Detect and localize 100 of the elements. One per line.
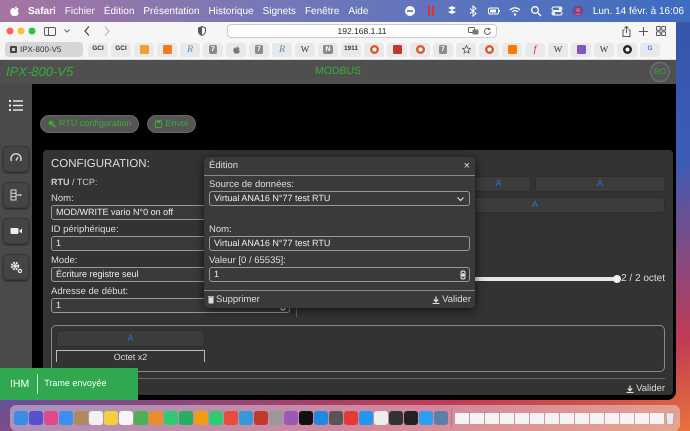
user-icon[interactable] (572, 5, 584, 17)
app-menu[interactable]: Safari (28, 4, 56, 18)
bookmark-button[interactable] (456, 42, 476, 56)
sidebar-icon[interactable] (44, 26, 56, 36)
slider-thumb[interactable] (613, 274, 622, 282)
download-icon (432, 296, 440, 304)
notification-message: Trame envoyée (43, 377, 106, 390)
logo-icon (370, 45, 378, 54)
action-button[interactable]: Envoi (147, 115, 196, 133)
input-field[interactable]: 1 (209, 267, 470, 282)
reload-icon[interactable] (483, 27, 492, 36)
window-thumbnail[interactable] (455, 412, 469, 424)
action-button[interactable]: RTU configuration (40, 115, 140, 133)
window-controls-drawing[interactable] (6, 27, 36, 35)
tab-overview-icon[interactable] (656, 26, 666, 36)
window-thumbnail[interactable] (650, 412, 664, 424)
input-field[interactable]: Virtual ANA16 N°77 test RTU (209, 236, 470, 251)
app-icon[interactable] (389, 411, 403, 425)
sidebar-button[interactable] (3, 146, 29, 172)
menu-item[interactable]: Signets (262, 4, 296, 18)
app-icon[interactable] (404, 411, 418, 425)
back-icon[interactable] (84, 26, 90, 36)
logo-icon (140, 45, 148, 54)
window-thumbnail[interactable] (620, 412, 634, 424)
download-icon (626, 384, 634, 392)
key-icon (48, 120, 56, 128)
logo-icon (392, 45, 402, 54)
bookmark-button[interactable]: W (594, 42, 614, 56)
plus-icon[interactable] (639, 26, 648, 36)
url-text: 192.168.1.11 (338, 24, 386, 38)
select-field[interactable]: Virtual ANA16 N°77 test RTU (209, 191, 470, 206)
trash-icon[interactable] (665, 411, 675, 425)
window-thumbnail[interactable] (575, 412, 589, 424)
page-title: MODBUS (314, 65, 362, 78)
apple-icon[interactable] (10, 6, 19, 16)
sidebar-button[interactable] (3, 182, 29, 208)
close-button[interactable]: × (464, 160, 470, 172)
browser-tab[interactable]: IPX-800-V5 (5, 42, 83, 57)
field-label: ID périphérique: (51, 224, 119, 235)
notification-source: IHM (0, 374, 38, 394)
control-center-icon[interactable] (550, 5, 563, 17)
menu-item[interactable]: Fichier (64, 4, 95, 18)
window-thumbnail[interactable] (500, 412, 514, 424)
field-label: Adresse de début: (51, 286, 128, 297)
field-label: Mode: (51, 255, 78, 266)
trash-icon (208, 296, 214, 304)
menu-item[interactable]: Historique (208, 4, 254, 18)
window-thumbnail[interactable] (590, 412, 604, 424)
shield-icon[interactable] (198, 26, 206, 36)
field-label: Valeur [0 / 65535]: (209, 255, 286, 266)
logo-icon (622, 45, 632, 54)
field-label: Source de données: (209, 179, 294, 190)
user-button[interactable]: RO (650, 62, 670, 82)
logo-icon (576, 45, 586, 54)
menu-item[interactable]: Aide (348, 4, 368, 18)
app-icon[interactable] (299, 411, 313, 425)
save-icon (155, 120, 162, 128)
bookmark-button[interactable]: R (180, 42, 200, 56)
logo-icon (484, 45, 494, 54)
window-thumbnail[interactable] (635, 412, 649, 424)
logo-icon (162, 45, 172, 54)
search-icon[interactable] (530, 5, 542, 17)
share-icon[interactable] (622, 26, 631, 36)
bookmark-button[interactable]: W (295, 42, 315, 56)
window-thumbnail[interactable] (515, 412, 529, 424)
sidebar-button[interactable] (3, 218, 29, 244)
bookmark-button[interactable] (617, 42, 637, 56)
window-thumbnail[interactable] (560, 412, 574, 424)
favicon-icon (10, 46, 17, 53)
bookmark-button[interactable]: f (525, 42, 545, 56)
bookmark-button[interactable]: W (548, 42, 568, 56)
window-thumbnail[interactable] (530, 412, 544, 424)
window-thumbnail[interactable] (605, 412, 619, 424)
field-label: Nom: (51, 193, 74, 204)
box-icon[interactable] (446, 5, 458, 17)
address-field[interactable]: 192.168.1.11 (227, 24, 497, 38)
menu-item[interactable]: Présentation (143, 4, 200, 18)
window-thumbnail[interactable] (470, 412, 484, 424)
menu-item[interactable]: Fenêtre (304, 4, 340, 18)
sidebar-button[interactable] (3, 254, 29, 280)
battery-icon[interactable] (488, 5, 500, 17)
clock[interactable]: Lun. 14 févr. à 16:06 (592, 4, 684, 18)
translate-icon[interactable] (468, 27, 479, 35)
diagram-icon (10, 189, 22, 201)
spinner-icon (460, 270, 466, 280)
window-thumbnail[interactable] (485, 412, 499, 424)
byte-button[interactable]: A (56, 330, 205, 347)
chevron-down-icon (457, 197, 464, 202)
wifi-icon[interactable] (508, 5, 521, 17)
submit-button[interactable]: Valider (626, 383, 665, 394)
apple-icon (232, 46, 240, 54)
submit-button[interactable]: Valider (432, 293, 471, 308)
chevron-down-icon[interactable] (64, 29, 70, 33)
bookmark-button[interactable]: R (272, 42, 292, 56)
register-button[interactable]: A (535, 176, 665, 192)
logo-icon (416, 45, 424, 54)
status-icon[interactable] (404, 5, 416, 17)
window-thumbnail[interactable] (545, 412, 559, 424)
menu-item[interactable]: Édition (104, 4, 134, 18)
menu-icon[interactable] (9, 100, 23, 111)
